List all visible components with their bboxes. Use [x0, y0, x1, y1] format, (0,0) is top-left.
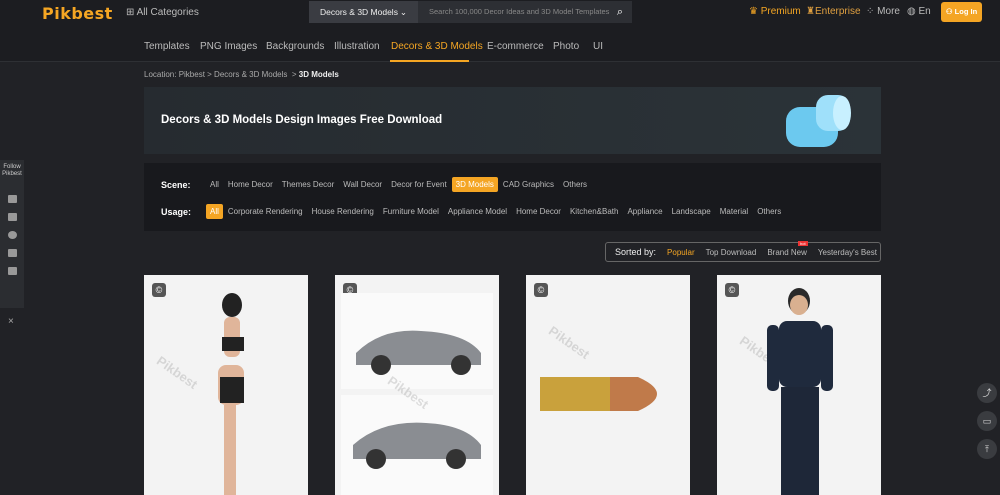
- breadcrumb: Location: Pikbest > Decors & 3D Models >…: [144, 70, 339, 79]
- nav-png-images[interactable]: PNG Images: [200, 41, 257, 52]
- youtube-icon[interactable]: [7, 267, 17, 275]
- copyright-icon: ©: [725, 283, 739, 297]
- more-icon: ⁘: [866, 6, 875, 17]
- model-card[interactable]: © Pikbest: [717, 275, 881, 495]
- sort-popular[interactable]: Popular: [667, 248, 695, 257]
- sort-bar: Sorted by: Popular Top Download Brand Ne…: [605, 241, 881, 262]
- banner-title: Decors & 3D Models Design Images Free Do…: [161, 114, 443, 126]
- 3d-cylinder-graphic: [786, 95, 851, 147]
- usage-option[interactable]: House Rendering: [308, 204, 378, 219]
- scene-option[interactable]: Others: [559, 177, 591, 192]
- usage-option[interactable]: Home Decor: [512, 204, 565, 219]
- car-render-bottom: [341, 395, 493, 495]
- sort-label: Sorted by:: [615, 247, 657, 257]
- search-input[interactable]: Search 100,000 Decor Ideas and 3D Model …: [418, 1, 632, 23]
- usage-option[interactable]: Material: [716, 204, 752, 219]
- more-label: More: [877, 6, 900, 17]
- scene-option[interactable]: All: [206, 177, 223, 192]
- usage-option[interactable]: Corporate Rendering: [224, 204, 307, 219]
- model-card[interactable]: © Pikbest: [144, 275, 308, 495]
- nav-illustration[interactable]: Illustration: [334, 41, 380, 52]
- enterprise-link[interactable]: ♜Enterprise: [806, 6, 861, 17]
- usage-option-selected[interactable]: All: [206, 204, 223, 219]
- login-button[interactable]: ⚇ Log In: [941, 2, 982, 22]
- login-label: Log In: [954, 7, 978, 16]
- scene-option[interactable]: Decor for Event: [387, 177, 451, 192]
- nav-templates[interactable]: Templates: [144, 41, 190, 52]
- grid-icon: ⊞: [126, 7, 137, 18]
- pinterest-icon[interactable]: [7, 231, 17, 239]
- search-icon[interactable]: ⌕: [617, 1, 623, 23]
- watermark: Pikbest: [153, 353, 201, 392]
- premium-label: Premium: [760, 6, 801, 17]
- scene-option[interactable]: CAD Graphics: [499, 177, 558, 192]
- model-card[interactable]: © Pikbest: [335, 275, 499, 495]
- crown-icon: ♛: [749, 6, 758, 17]
- breadcrumb-separator: >: [291, 70, 297, 79]
- language-label: En: [918, 6, 931, 17]
- scene-label: Scene:: [161, 179, 191, 190]
- more-menu[interactable]: ⁘ More: [866, 6, 900, 17]
- header: Pikbest ⊞ All Categories Decors & 3D Mod…: [0, 0, 1000, 62]
- copyright-icon: ©: [534, 283, 548, 297]
- bullet-image: [540, 377, 657, 411]
- usage-option[interactable]: Furniture Model: [379, 204, 443, 219]
- filter-panel: Scene: All Home Decor Themes Decor Wall …: [144, 163, 881, 231]
- police-officer-image: [767, 288, 833, 495]
- usage-label: Usage:: [161, 206, 192, 217]
- banner: Decors & 3D Models Design Images Free Do…: [144, 87, 881, 154]
- woman-model-image: [218, 293, 244, 495]
- social-sidebar: Follow Pikbest: [0, 160, 24, 308]
- model-card[interactable]: © Pikbest: [526, 275, 690, 495]
- scene-option[interactable]: Wall Decor: [339, 177, 386, 192]
- scene-option[interactable]: Themes Decor: [278, 177, 338, 192]
- usage-option[interactable]: Landscape: [668, 204, 715, 219]
- scene-option-selected[interactable]: 3D Models: [451, 177, 498, 192]
- enterprise-icon: ♜: [806, 6, 815, 17]
- premium-link[interactable]: ♛ Premium: [749, 6, 801, 17]
- share-icon[interactable]: ⤴: [977, 383, 997, 403]
- usage-option[interactable]: Appliance Model: [444, 204, 511, 219]
- chevron-down-icon: ⌄: [399, 7, 407, 17]
- back-to-top-icon[interactable]: ⤒: [977, 439, 997, 459]
- all-categories-menu[interactable]: ⊞ All Categories: [126, 7, 199, 18]
- breadcrumb-path[interactable]: Location: Pikbest > Decors & 3D Models: [144, 70, 287, 79]
- car-render-top: [341, 293, 493, 389]
- search-placeholder: Search 100,000 Decor Ideas and 3D Model …: [429, 7, 610, 16]
- search-category-label: Decors & 3D Models: [320, 7, 398, 17]
- active-nav-underline: [390, 60, 469, 62]
- all-categories-label: All Categories: [136, 7, 199, 18]
- scene-filter: Scene: All Home Decor Themes Decor Wall …: [161, 177, 592, 192]
- search-category-select[interactable]: Decors & 3D Models ⌄: [309, 1, 418, 23]
- usage-option[interactable]: Kitchen&Bath: [566, 204, 622, 219]
- logo[interactable]: Pikbest: [42, 4, 113, 23]
- nav-decors-3d-models[interactable]: Decors & 3D Models: [391, 41, 483, 52]
- feedback-icon[interactable]: ▭: [977, 411, 997, 431]
- hot-badge: hot: [798, 241, 808, 246]
- breadcrumb-current: 3D Models: [298, 70, 339, 79]
- copyright-icon: ©: [152, 283, 166, 297]
- sort-top-download[interactable]: Top Download: [706, 248, 757, 257]
- language-select[interactable]: ◍ En: [907, 6, 931, 17]
- globe-icon: ◍: [907, 6, 916, 17]
- watermark: Pikbest: [545, 323, 593, 362]
- close-sidebar-icon[interactable]: ×: [8, 316, 14, 327]
- nav-e-commerce[interactable]: E-commerce: [487, 41, 544, 52]
- enterprise-label: Enterprise: [814, 6, 861, 17]
- instagram-icon[interactable]: [7, 249, 17, 257]
- user-icon: ⚇: [945, 7, 955, 16]
- nav-photo[interactable]: Photo: [553, 41, 579, 52]
- twitter-icon[interactable]: [7, 213, 17, 221]
- facebook-icon[interactable]: [7, 195, 17, 203]
- nav-ui[interactable]: UI: [593, 41, 603, 52]
- scene-option[interactable]: Home Decor: [224, 177, 277, 192]
- usage-filter: Usage: All Corporate Rendering House Ren…: [161, 204, 786, 219]
- usage-option[interactable]: Others: [753, 204, 785, 219]
- sort-yesterdays-best[interactable]: Yesterday's Best: [818, 248, 877, 257]
- follow-label: Follow Pikbest: [2, 164, 22, 177]
- nav-backgrounds[interactable]: Backgrounds: [266, 41, 324, 52]
- sort-brand-new[interactable]: Brand New: [767, 248, 807, 257]
- usage-option[interactable]: Appliance: [623, 204, 666, 219]
